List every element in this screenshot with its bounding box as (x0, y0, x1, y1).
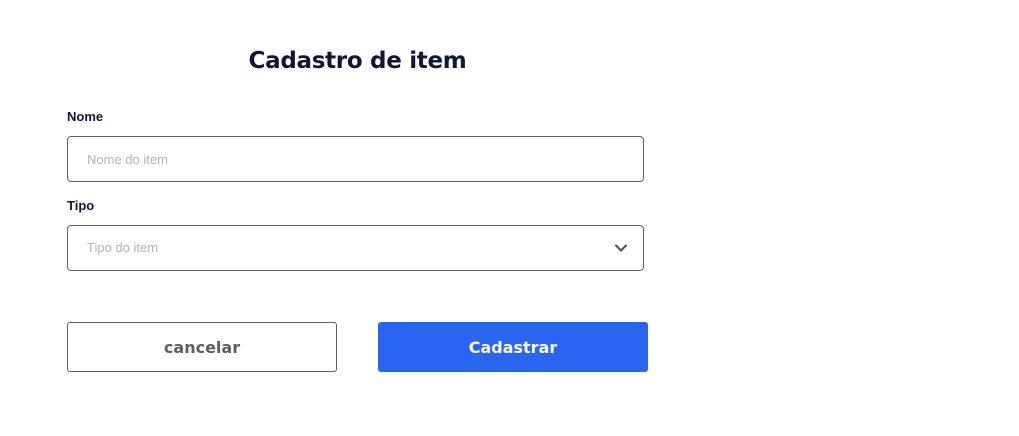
type-label: Tipo (67, 198, 95, 213)
type-select[interactable]: Tipo do item (67, 225, 644, 271)
type-select-placeholder: Tipo do item (87, 240, 159, 255)
chevron-down-icon (615, 244, 627, 252)
submit-button[interactable]: Cadastrar (378, 322, 648, 372)
cancel-button[interactable]: cancelar (67, 322, 337, 372)
name-label: Nome (67, 109, 104, 124)
item-registration-page: Cadastro de item Nome Tipo Tipo do item … (0, 0, 1019, 436)
name-input[interactable] (68, 137, 643, 181)
name-field-container (67, 136, 644, 182)
page-title: Cadastro de item (248, 48, 467, 74)
